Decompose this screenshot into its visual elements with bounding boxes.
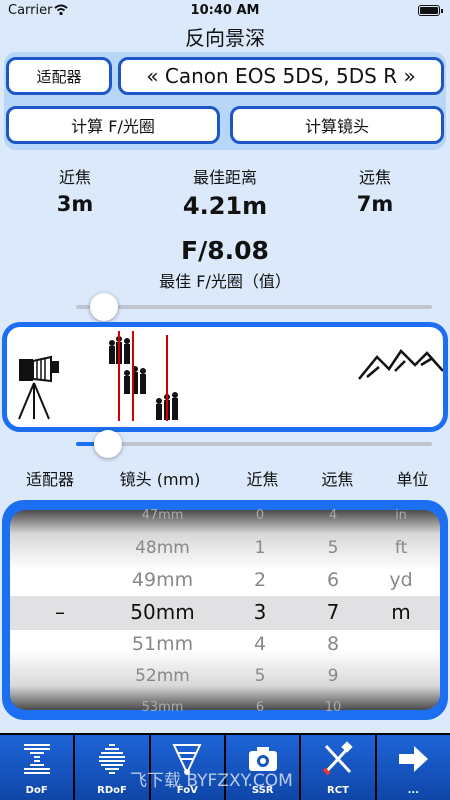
picker-lens-item[interactable]: 48mm xyxy=(110,538,215,558)
calc-lens-button[interactable]: 计算镜头 xyxy=(230,106,444,144)
adapter-button[interactable]: 适配器 xyxy=(6,57,112,95)
picker-header-unit: 单位 xyxy=(396,470,429,489)
page-title: 反向景深 xyxy=(185,26,265,50)
picker-far-item[interactable]: 5 xyxy=(303,538,363,558)
far-focus-label: 远焦 xyxy=(358,168,391,187)
picker-near-item[interactable]: 1 xyxy=(230,538,290,558)
toolbar-button-label: ... xyxy=(407,785,419,796)
picker-unit-item[interactable]: ft xyxy=(372,538,430,558)
people-mid-group xyxy=(124,366,146,394)
aperture-value: F/8.08 xyxy=(181,236,269,265)
picker-near-item[interactable]: 5 xyxy=(230,666,290,686)
picker-column-unit[interactable]: in ft yd m xyxy=(372,508,430,708)
picker-far-item[interactable]: 6 xyxy=(303,569,363,591)
picker-header-near: 近焦 xyxy=(246,470,279,489)
picker-near-item[interactable]: 3 xyxy=(230,600,290,624)
picker-lens-item[interactable]: 49mm xyxy=(110,569,215,591)
near-focus-readout: 近焦 3m xyxy=(25,164,125,216)
best-distance-value: 4.21m xyxy=(182,192,268,220)
depth-scene xyxy=(2,322,448,432)
picker-adapter-selected: – xyxy=(55,600,65,624)
picker-lens-item[interactable]: 51mm xyxy=(110,633,215,655)
picker-lens-item[interactable]: 47mm xyxy=(110,508,215,523)
picker-unit-item[interactable]: yd xyxy=(372,569,430,591)
picker-lens-item[interactable]: 53mm xyxy=(110,700,215,715)
bottom-slider[interactable] xyxy=(76,430,432,458)
top-slider-thumb[interactable] xyxy=(90,293,119,321)
picker-header-far: 远焦 xyxy=(321,470,354,489)
picker-lens-item[interactable]: 50mm xyxy=(110,600,215,624)
near-focus-value: 3m xyxy=(56,192,94,216)
toolbar-button-dof[interactable]: DoF xyxy=(0,735,76,800)
top-slider[interactable] xyxy=(76,293,432,321)
picker-unit-item[interactable]: m xyxy=(372,600,430,624)
toolbar-button-rct[interactable]: RCT xyxy=(301,735,377,800)
picker-column-adapter[interactable]: – xyxy=(30,596,90,630)
clock: 10:40 AM xyxy=(190,3,260,18)
picker-far-item[interactable]: 10 xyxy=(303,700,363,715)
picker-far-item[interactable]: 9 xyxy=(303,666,363,686)
toolbar-button-moremoremore[interactable]: ... xyxy=(376,735,450,800)
scene-illustration xyxy=(18,331,443,421)
toolbar-button-label: DoF xyxy=(25,785,48,796)
toolbar-button-label: RCT xyxy=(327,785,349,796)
picker-column-far[interactable]: 4 5 6 7 8 9 10 xyxy=(303,508,363,715)
mountains-icon xyxy=(358,349,443,380)
best-distance-label: 最佳距离 xyxy=(192,168,257,187)
picker-unit-item[interactable]: in xyxy=(372,508,430,523)
aperture-caption: 最佳 F/光圈（值） xyxy=(159,272,291,291)
watermark: 飞下载 BYFZXY.COM xyxy=(130,771,293,791)
picker-far-item[interactable]: 7 xyxy=(303,600,363,624)
bottom-slider-thumb[interactable] xyxy=(93,430,122,458)
picker-far-item[interactable]: 8 xyxy=(303,633,363,655)
status-bar: Carrier 10:40 AM xyxy=(0,0,450,22)
picker-header-lens: 镜头 (mm) xyxy=(119,470,201,489)
picker-column-lens[interactable]: 47mm 48mm 49mm 50mm 51mm 52mm 53mm xyxy=(110,508,215,715)
picker-near-item[interactable]: 0 xyxy=(230,508,290,523)
calc-fstop-button[interactable]: 计算 F/光圈 xyxy=(6,106,220,144)
far-focus-readout: 远焦 7m xyxy=(325,164,425,216)
camera-selector-button[interactable]: « Canon EOS 5DS, 5DS R » xyxy=(118,57,444,95)
picker-lens-item[interactable]: 52mm xyxy=(110,666,215,686)
picker-near-item[interactable]: 2 xyxy=(230,569,290,591)
picker-far-item[interactable]: 4 xyxy=(303,508,363,523)
camera-icon xyxy=(18,355,59,420)
battery-icon xyxy=(418,5,443,16)
picker-near-item[interactable]: 6 xyxy=(230,700,290,715)
picker-header-adapter: 适配器 xyxy=(25,470,74,489)
best-distance-readout: 最佳距离 4.21m xyxy=(160,164,290,220)
picker-column-near[interactable]: 0 1 2 3 4 5 6 xyxy=(230,508,290,715)
picker-near-item[interactable]: 4 xyxy=(230,633,290,655)
far-focus-value: 7m xyxy=(356,192,394,216)
near-focus-label: 近焦 xyxy=(58,168,91,187)
